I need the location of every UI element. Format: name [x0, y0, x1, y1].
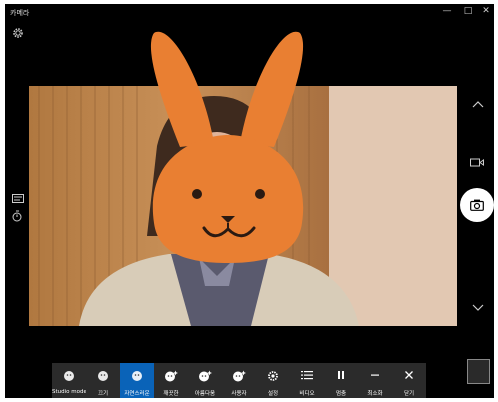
hdr-icon[interactable]: [12, 194, 24, 203]
minimize-button[interactable]: —: [442, 6, 452, 16]
toolbar-button-2[interactable]: 자연스러운: [120, 363, 154, 398]
effects-toolbar: Studio mode 끄기 자연스러운 깨끗한 아름다움 사용자 설정 비디오 멈춤 최소화 닫기: [52, 363, 426, 398]
close-icon: [392, 370, 426, 382]
toolbar-button-label: 자연스러운: [124, 391, 150, 397]
toolbar-button-9[interactable]: 최소화: [358, 363, 392, 398]
pause-icon: [324, 370, 358, 382]
list-icon: [290, 370, 324, 382]
circle-icon: [120, 370, 154, 382]
toolbar-button-label: 비디오: [299, 391, 315, 397]
toolbar-button-3[interactable]: 깨끗한: [154, 363, 188, 398]
circle-icon: [52, 370, 86, 382]
settings-icon[interactable]: [12, 27, 24, 39]
toolbar-button-6[interactable]: 설정: [256, 363, 290, 398]
toolbar-button-label: 멈춤: [335, 391, 347, 397]
toolbar-button-5[interactable]: 사용자: [222, 363, 256, 398]
toolbar-button-label: 아름다움: [194, 391, 216, 397]
toolbar-button-10[interactable]: 닫기: [392, 363, 426, 398]
circle-icon: [86, 370, 120, 382]
toolbar-button-label: 설정: [267, 391, 279, 397]
toolbar-button-label: 닫기: [403, 391, 415, 397]
window-title: 카메라: [10, 9, 30, 17]
camera-window: 카메라 — □ ✕: [5, 4, 494, 398]
toolbar-button-label: 깨끗한: [163, 391, 179, 397]
title-bar: 카메라 — □ ✕: [5, 4, 494, 20]
toolbar-button-label: 사용자: [231, 391, 247, 397]
toolbar-button-4[interactable]: 아름다움: [188, 363, 222, 398]
sparkle-circle-icon: [222, 370, 256, 382]
toolbar-button-label: 끄기: [97, 391, 109, 397]
toolbar-button-label: Studio mode: [52, 389, 86, 395]
gallery-thumbnail[interactable]: [467, 359, 490, 384]
toolbar-button-8[interactable]: 멈춤: [324, 363, 358, 398]
close-button[interactable]: ✕: [481, 6, 491, 16]
sparkle-circle-icon: [154, 370, 188, 382]
maximize-button[interactable]: □: [463, 6, 473, 16]
camera-icon: [470, 199, 484, 211]
toolbar-button-0[interactable]: Studio mode: [52, 363, 86, 398]
minimize-icon: [358, 370, 392, 382]
chevron-up-icon[interactable]: [472, 100, 484, 108]
video-mode-icon[interactable]: [470, 158, 484, 167]
rabbit-face-sticker: [150, 31, 304, 263]
timer-icon[interactable]: [12, 210, 24, 222]
gear-icon: [256, 370, 290, 382]
chevron-down-icon[interactable]: [472, 304, 484, 312]
toolbar-button-7[interactable]: 비디오: [290, 363, 324, 398]
toolbar-button-label: 최소화: [367, 391, 383, 397]
toolbar-button-1[interactable]: 끄기: [86, 363, 120, 398]
photo-shutter-button[interactable]: [460, 188, 494, 222]
sparkle-circle-icon: [188, 370, 222, 382]
